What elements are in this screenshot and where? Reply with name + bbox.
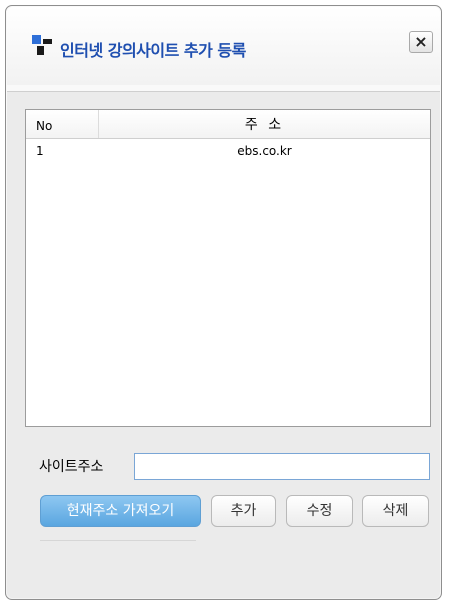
divider-line (40, 540, 196, 541)
table-header: No 주 소 (26, 110, 430, 139)
add-button[interactable]: 추가 (211, 495, 276, 527)
dialog-title: 인터넷 강의사이트 추가 등록 (60, 41, 246, 60)
edit-button[interactable]: 수정 (286, 495, 353, 527)
column-header-no[interactable]: No (36, 119, 52, 133)
close-icon: × (414, 32, 428, 51)
column-header-address[interactable]: 주 소 (99, 114, 430, 134)
title-bar: 인터넷 강의사이트 추가 등록 × (7, 7, 440, 85)
app-window-icon (32, 35, 54, 55)
table-row[interactable]: 1 ebs.co.kr (26, 141, 430, 159)
fetch-current-address-button[interactable]: 현재주소 가져오기 (40, 495, 201, 527)
site-address-label: 사이트주소 (39, 459, 104, 475)
cell-no: 1 (36, 144, 44, 158)
close-button[interactable]: × (409, 31, 433, 53)
delete-button[interactable]: 삭제 (362, 495, 429, 527)
site-list-table[interactable]: No 주 소 1 ebs.co.kr (25, 109, 431, 427)
cell-address: ebs.co.kr (237, 144, 292, 158)
site-address-input[interactable] (134, 453, 430, 480)
